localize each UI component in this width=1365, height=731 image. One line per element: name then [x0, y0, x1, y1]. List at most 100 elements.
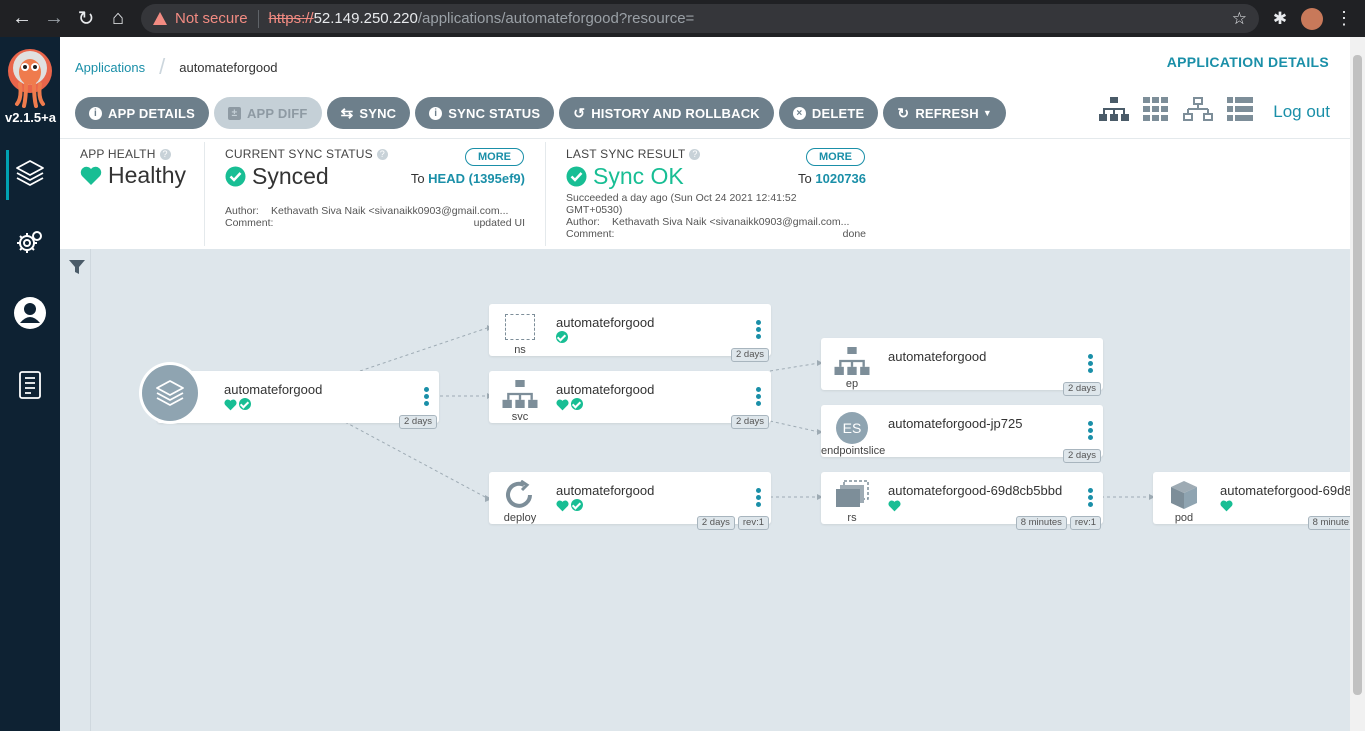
- node-menu-icon[interactable]: [1088, 421, 1094, 442]
- node-name: automateforgood-69d8cb5bbd: [888, 483, 1063, 498]
- back-icon[interactable]: ←: [7, 0, 37, 37]
- node-menu-icon[interactable]: [1088, 354, 1094, 375]
- sync-status-more-button[interactable]: MORE: [465, 148, 524, 166]
- refresh-button[interactable]: ↻ REFRESH ▼: [883, 97, 1006, 129]
- last-sync-more-button[interactable]: MORE: [806, 148, 865, 166]
- app-header: Applications / automateforgood APPLICATI…: [60, 37, 1350, 249]
- history-icon: ↺: [573, 104, 586, 121]
- app-health-value: Healthy: [108, 162, 186, 188]
- app-health-label: APP HEALTH: [80, 147, 156, 161]
- node-menu-icon[interactable]: [1088, 488, 1094, 509]
- resource-node-rs[interactable]: rs automateforgood-69d8cb5bbd 8 minutes r…: [821, 472, 1103, 530]
- home-icon[interactable]: ⌂: [103, 0, 133, 37]
- argo-logo[interactable]: [7, 46, 53, 108]
- bookmark-star-icon[interactable]: ☆: [1232, 9, 1247, 29]
- heart-icon: [1220, 499, 1233, 517]
- address-bar[interactable]: Not secure https:// 52.149.250.220 /appl…: [141, 4, 1259, 33]
- resource-node-deploy[interactable]: deploy automateforgood 2 days rev:1: [489, 472, 771, 530]
- node-status: [224, 398, 251, 416]
- page-scrollbar[interactable]: [1350, 37, 1365, 731]
- sync-revision-link[interactable]: HEAD (1395ef9): [428, 171, 525, 186]
- resource-node-svc[interactable]: svc automateforgood 2 days: [489, 371, 771, 429]
- pods-view-icon[interactable]: [1143, 97, 1169, 126]
- file-diff-icon: ±: [227, 106, 241, 120]
- node-name: automateforgood: [556, 315, 655, 330]
- help-icon[interactable]: ?: [376, 148, 388, 160]
- check-circle-icon: [225, 166, 246, 187]
- service-icon: [499, 379, 541, 409]
- breadcrumb: Applications / automateforgood: [75, 54, 278, 79]
- age-badge: 2 days: [696, 516, 735, 530]
- resource-node-endpointslice[interactable]: ES endpointslice automateforgood-jp725 2…: [821, 405, 1103, 463]
- heart-icon: [224, 398, 237, 416]
- age-badge: 2 days: [731, 348, 769, 362]
- logout-link[interactable]: Log out: [1273, 102, 1330, 122]
- sidebar-item-applications[interactable]: [0, 150, 60, 200]
- last-sync-panel: LAST SYNC RESULT? MORE Sync OK To 102073…: [566, 147, 866, 240]
- check-icon: [571, 499, 583, 511]
- revision-badge: rev:1: [737, 516, 769, 530]
- tree-view-icon[interactable]: [1099, 97, 1130, 126]
- browser-menu-icon[interactable]: ⋮: [1329, 0, 1359, 37]
- help-icon[interactable]: ?: [159, 148, 171, 160]
- sidebar-item-user-info[interactable]: [0, 290, 60, 340]
- app-details-button[interactable]: i APP DETAILS: [75, 97, 209, 129]
- node-name: automateforgood: [556, 483, 655, 498]
- sync-author: Kethavath Siva Naik <sivanaikk0903@gmail…: [271, 205, 509, 217]
- refresh-icon: ↻: [897, 104, 910, 121]
- history-rollback-button[interactable]: ↺ HISTORY AND ROLLBACK: [559, 97, 774, 129]
- version-label: v2.1.5+a: [5, 110, 56, 125]
- age-badge: 8 minutes: [1015, 516, 1067, 530]
- app-layers-icon: [142, 365, 198, 421]
- sync-button[interactable]: ⇆ SYNC: [326, 97, 411, 129]
- url-host: 52.149.250.220: [313, 10, 418, 27]
- view-switcher: Log out: [1099, 97, 1330, 126]
- node-menu-icon[interactable]: [756, 320, 762, 341]
- breadcrumb-current: automateforgood: [179, 59, 278, 75]
- network-view-icon[interactable]: [1183, 97, 1214, 126]
- resource-node-ep[interactable]: ep automateforgood 2 days: [821, 338, 1103, 396]
- app-node[interactable]: automateforgood 2 days: [139, 362, 439, 429]
- last-sync-label: LAST SYNC RESULT: [566, 147, 686, 161]
- forward-icon[interactable]: →: [39, 0, 69, 37]
- deployment-icon: [499, 480, 541, 510]
- profile-avatar[interactable]: [1297, 0, 1327, 37]
- age-badge: 2 days: [731, 415, 769, 429]
- node-menu-icon[interactable]: [756, 387, 762, 408]
- sync-status-label: CURRENT SYNC STATUS: [225, 147, 373, 161]
- heart-icon: [80, 166, 102, 186]
- list-view-icon[interactable]: [1227, 97, 1254, 126]
- last-sync-value: Sync OK: [593, 163, 684, 189]
- resource-tree-canvas[interactable]: automateforgood 2 days ns automateforgoo…: [60, 249, 1350, 731]
- endpointslice-badge: ES: [836, 412, 868, 444]
- check-icon: [239, 398, 251, 410]
- info-icon: i: [89, 106, 102, 120]
- heart-icon: [888, 499, 901, 517]
- sync-status-button[interactable]: i SYNC STATUS: [415, 97, 555, 129]
- node-menu-icon[interactable]: [756, 488, 762, 509]
- docs-icon: [18, 370, 42, 405]
- sidebar-item-docs[interactable]: [0, 362, 60, 412]
- node-menu-icon[interactable]: [424, 387, 430, 408]
- last-sync-revision-link[interactable]: 1020736: [815, 171, 866, 186]
- pod-cube-icon: [1163, 480, 1205, 510]
- breadcrumb-applications-link[interactable]: Applications: [75, 60, 145, 75]
- sidebar: v2.1.5+a: [0, 37, 60, 731]
- sidebar-item-settings[interactable]: [0, 220, 60, 270]
- gears-icon: [15, 228, 45, 263]
- page-title: APPLICATION DETAILS: [1166, 54, 1329, 70]
- reload-icon[interactable]: ↻: [71, 0, 101, 37]
- extensions-icon[interactable]: ✱: [1265, 0, 1295, 37]
- delete-button[interactable]: × DELETE: [778, 97, 879, 129]
- security-label: Not secure: [175, 10, 248, 27]
- last-sync-comment: done: [842, 228, 866, 240]
- replicaset-icon: [831, 480, 873, 510]
- heart-icon: [556, 499, 569, 517]
- resource-node-pod[interactable]: pod automateforgood-69d8 8 minute: [1153, 472, 1350, 530]
- age-badge: 2 days: [1063, 449, 1101, 463]
- heart-icon: [556, 398, 569, 416]
- age-badge: 8 minute: [1307, 516, 1350, 530]
- app-diff-button[interactable]: ± APP DIFF: [213, 97, 322, 129]
- help-icon[interactable]: ?: [689, 148, 701, 160]
- resource-node-ns[interactable]: ns automateforgood 2 days: [489, 304, 771, 362]
